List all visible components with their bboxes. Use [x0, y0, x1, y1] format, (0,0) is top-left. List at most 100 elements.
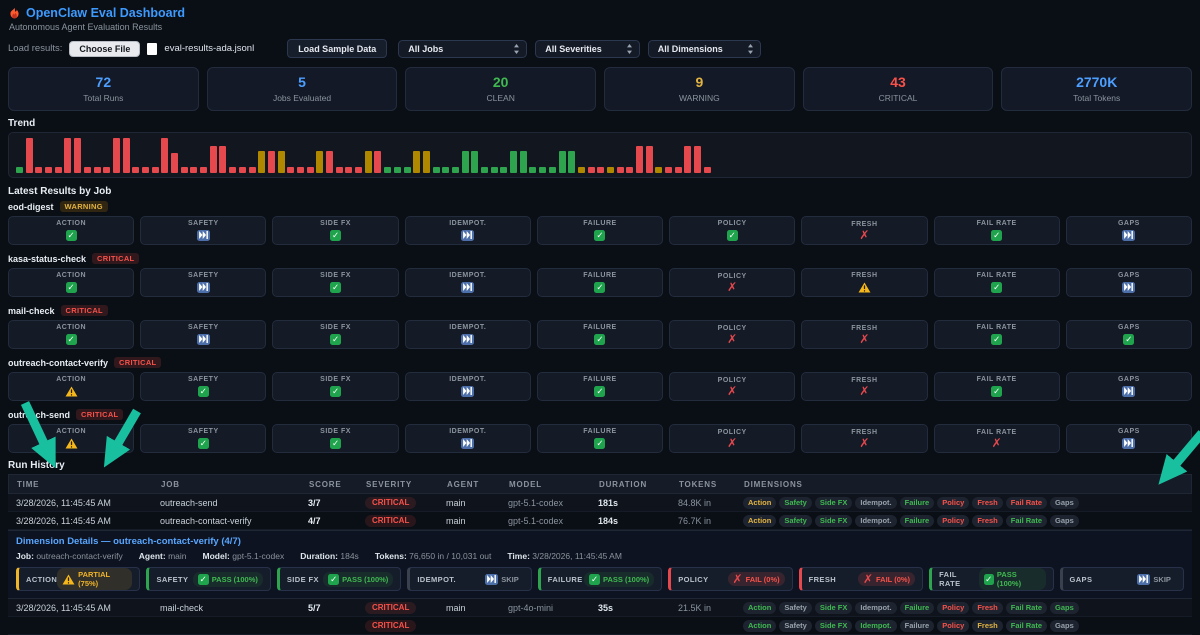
dimension-chip-action[interactable]: Action [743, 497, 776, 509]
trend-bar[interactable] [181, 167, 188, 173]
dimension-card-fail-rate[interactable]: FAIL RATE✓ [934, 372, 1060, 401]
trend-bar[interactable] [384, 167, 391, 173]
dimension-chip-policy[interactable]: Policy [937, 602, 969, 614]
trend-bar[interactable] [704, 167, 711, 173]
column-header-severity[interactable]: SEVERITY [366, 480, 447, 489]
run-history-row[interactable]: 3/28/2026, 11:45:45 AMoutreach-contact-v… [8, 512, 1192, 530]
trend-bar[interactable] [665, 167, 672, 173]
trend-bar[interactable] [35, 167, 42, 173]
dimension-card-gaps[interactable]: GAPS [1066, 424, 1192, 453]
dimension-chip-gaps[interactable]: Gaps [1050, 602, 1079, 614]
dimension-card-failure[interactable]: FAILURE✓ [537, 216, 663, 245]
filter-select-all-severities[interactable]: All Severities [535, 40, 640, 58]
dimension-card-action[interactable]: ACTION [8, 424, 134, 453]
trend-bar[interactable] [355, 167, 362, 173]
dimension-chip-fail-rate[interactable]: Fail Rate [1006, 497, 1047, 509]
trend-bar[interactable] [394, 167, 401, 173]
trend-bar[interactable] [229, 167, 236, 173]
dimension-card-action[interactable]: ACTION [8, 372, 134, 401]
trend-bar[interactable] [219, 146, 226, 173]
dimension-chip-fail-rate[interactable]: Fail Rate [1006, 620, 1047, 632]
dimension-card-side-fx[interactable]: SIDE FX✓ [272, 372, 398, 401]
trend-bar[interactable] [442, 167, 449, 173]
dimension-chip-failure[interactable]: Failure [900, 620, 935, 632]
dimension-chip-side-fx[interactable]: Side FX [815, 620, 853, 632]
dimension-chip-fail-rate[interactable]: Fail Rate [1006, 602, 1047, 614]
column-header-model[interactable]: MODEL [509, 480, 599, 489]
trend-bar[interactable] [646, 146, 653, 173]
trend-bar[interactable] [529, 167, 536, 173]
trend-bar[interactable] [655, 167, 662, 173]
dimension-chip-idempot[interactable]: Idempot. [855, 497, 896, 509]
trend-bar[interactable] [374, 151, 381, 173]
trend-bar[interactable] [491, 167, 498, 173]
dimension-card-fail-rate[interactable]: FAIL RATE✓ [934, 268, 1060, 297]
dimension-card-idempot[interactable]: IDEMPOT. [405, 268, 531, 297]
dimension-card-gaps[interactable]: GAPS [1066, 216, 1192, 245]
trend-bar[interactable] [462, 151, 469, 173]
dimension-card-policy[interactable]: POLICY✗ [669, 424, 795, 453]
trend-bar[interactable] [365, 151, 372, 173]
dimension-card-failure[interactable]: FAILURE✓ [537, 268, 663, 297]
run-history-row[interactable]: 3/28/2026, 11:45:45 AMoutreach-send3/7CR… [8, 494, 1192, 512]
dimension-card-fail-rate[interactable]: FAIL RATE✓ [934, 216, 1060, 245]
trend-bar[interactable] [152, 167, 159, 173]
dimension-card-gaps[interactable]: GAPS [1066, 372, 1192, 401]
dimension-card-policy[interactable]: POLICY✗ [669, 372, 795, 401]
dimension-card-failure[interactable]: FAILURE✓ [537, 320, 663, 349]
dimension-card-idempot[interactable]: IDEMPOT. [405, 216, 531, 245]
trend-bar[interactable] [171, 153, 178, 173]
trend-bar[interactable] [500, 167, 507, 173]
column-header-score[interactable]: SCORE [309, 480, 366, 489]
column-header-dimensions[interactable]: DIMENSIONS [744, 480, 1191, 489]
trend-bar[interactable] [103, 167, 110, 173]
dimension-card-fail-rate[interactable]: FAIL RATE✗ [934, 424, 1060, 453]
dimension-card-idempot[interactable]: IDEMPOT. [405, 424, 531, 453]
column-header-duration[interactable]: DURATION [599, 480, 679, 489]
detail-card-safety[interactable]: SAFETY✓PASS (100%) [146, 567, 270, 591]
detail-card-idempot[interactable]: IDEMPOT.SKIP [407, 567, 531, 591]
column-header-job[interactable]: JOB [161, 480, 309, 489]
trend-bar[interactable] [345, 167, 352, 173]
dimension-card-gaps[interactable]: GAPS✓ [1066, 320, 1192, 349]
dimension-chip-failure[interactable]: Failure [900, 602, 935, 614]
trend-bar[interactable] [132, 167, 139, 173]
detail-card-fresh[interactable]: FRESH✗FAIL (0%) [799, 567, 923, 591]
dimension-chip-side-fx[interactable]: Side FX [815, 602, 853, 614]
trend-bar[interactable] [45, 167, 52, 173]
trend-bar[interactable] [549, 167, 556, 173]
dimension-chip-gaps[interactable]: Gaps [1050, 497, 1079, 509]
detail-card-gaps[interactable]: GAPSSKIP [1060, 567, 1184, 591]
trend-bar[interactable] [142, 167, 149, 173]
trend-bar[interactable] [74, 138, 81, 173]
trend-bar[interactable] [268, 151, 275, 173]
trend-bar[interactable] [481, 167, 488, 173]
trend-bar[interactable] [55, 167, 62, 173]
dimension-card-fresh[interactable]: FRESH✗ [801, 216, 927, 245]
trend-bar[interactable] [16, 167, 23, 173]
dimension-chip-gaps[interactable]: Gaps [1050, 515, 1079, 527]
trend-bar[interactable] [113, 138, 120, 173]
dimension-chip-fresh[interactable]: Fresh [972, 620, 1002, 632]
trend-bar[interactable] [568, 151, 575, 173]
dimension-chip-safety[interactable]: Safety [779, 620, 812, 632]
dimension-card-safety[interactable]: SAFETY [140, 216, 266, 245]
dimension-card-action[interactable]: ACTION✓ [8, 216, 134, 245]
trend-bar[interactable] [307, 167, 314, 173]
dimension-chip-fail-rate[interactable]: Fail Rate [1006, 515, 1047, 527]
dimension-chip-action[interactable]: Action [743, 602, 776, 614]
detail-card-policy[interactable]: POLICY✗FAIL (0%) [668, 567, 792, 591]
trend-bar[interactable] [626, 167, 633, 173]
trend-bar[interactable] [433, 167, 440, 173]
trend-bar[interactable] [694, 146, 701, 173]
dimension-chip-idempot[interactable]: Idempot. [855, 620, 896, 632]
trend-bar[interactable] [423, 151, 430, 173]
dimension-card-safety[interactable]: SAFETY [140, 268, 266, 297]
choose-file-button[interactable]: Choose File [69, 41, 140, 57]
trend-bar[interactable] [578, 167, 585, 173]
dimension-chip-safety[interactable]: Safety [779, 515, 812, 527]
trend-bar[interactable] [471, 151, 478, 173]
dimension-chip-safety[interactable]: Safety [779, 497, 812, 509]
dimension-card-fresh[interactable]: FRESH✗ [801, 320, 927, 349]
trend-bar[interactable] [258, 151, 265, 173]
